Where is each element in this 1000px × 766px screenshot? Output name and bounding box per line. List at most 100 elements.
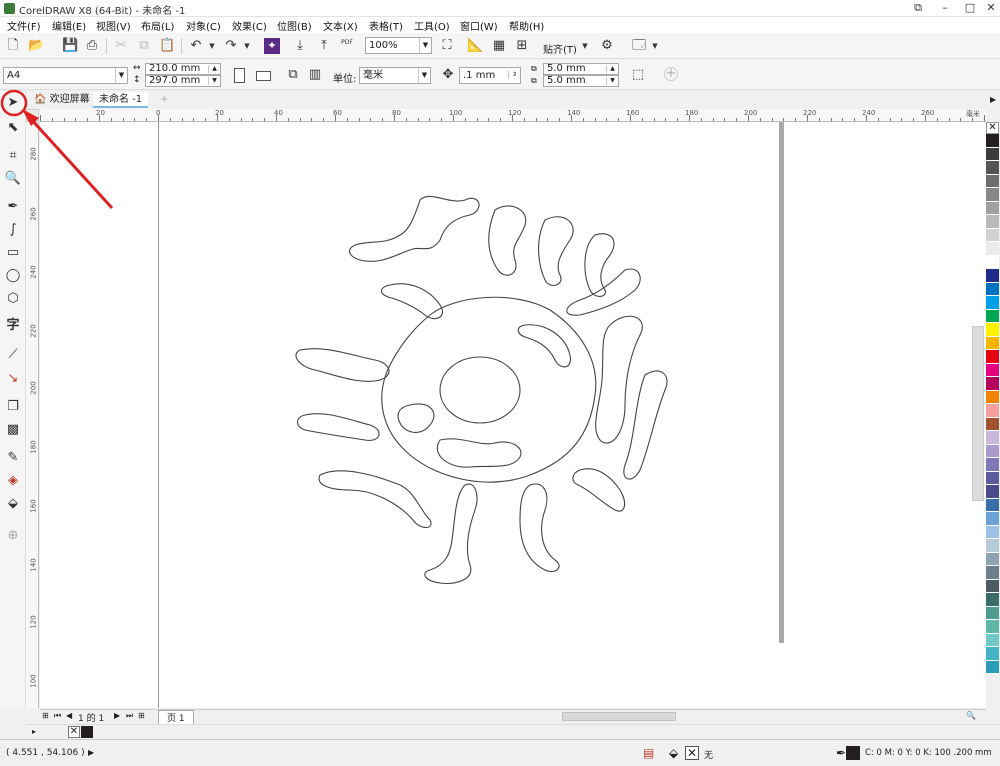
smart-fill-icon[interactable]: ⬙	[3, 494, 23, 514]
new-document-icon[interactable]: 🗋	[5, 38, 21, 54]
color-swatch[interactable]	[986, 377, 999, 391]
nudge-distance-input[interactable]: .1 mm ⇕	[459, 67, 521, 84]
color-swatch[interactable]	[986, 620, 999, 634]
redo-icon[interactable]: ↷	[223, 38, 239, 54]
color-swatch[interactable]	[986, 485, 999, 499]
add-tool-icon[interactable]: ⊕	[3, 526, 23, 546]
treat-as-filled-icon[interactable]: ⬚	[630, 67, 646, 83]
ellipse-tool-icon[interactable]: ◯	[3, 266, 23, 286]
color-swatch[interactable]	[986, 350, 999, 364]
artistic-media-icon[interactable]: ∫	[3, 220, 23, 240]
landscape-orientation-icon[interactable]	[256, 71, 271, 81]
menu-view[interactable]: 视图(V)	[96, 18, 131, 33]
color-swatch[interactable]	[986, 593, 999, 607]
show-rulers-icon[interactable]: 📐	[467, 38, 483, 54]
horizontal-ruler[interactable]: 20 0 20 40 60 80 100 120 140 160 180 200…	[40, 109, 986, 122]
show-grid-icon[interactable]: ▦	[491, 38, 507, 54]
black-swatch[interactable]	[81, 726, 93, 738]
undo-icon[interactable]: ↶	[188, 38, 204, 54]
color-swatch[interactable]	[986, 269, 999, 283]
menu-table[interactable]: 表格(T)	[369, 18, 403, 33]
redo-dropdown-icon[interactable]: ▼	[239, 38, 255, 54]
restore-icon[interactable]: ⧉	[907, 0, 929, 16]
color-swatch[interactable]	[986, 242, 999, 256]
all-pages-icon[interactable]: ⧉	[285, 67, 301, 83]
menu-window[interactable]: 窗口(W)	[460, 18, 498, 33]
full-screen-icon[interactable]: ⛶	[439, 38, 455, 54]
spin-arrows-icon[interactable]: ⇕	[508, 71, 520, 79]
transparency-icon[interactable]: ▩	[3, 420, 23, 440]
rectangle-tool-icon[interactable]: ▭	[3, 243, 23, 263]
line-art-drawing[interactable]	[280, 185, 680, 590]
vertical-scrollbar-thumb[interactable]	[972, 326, 984, 501]
cut-icon[interactable]: ✂	[113, 38, 129, 54]
close-button[interactable]: ✕	[980, 0, 1000, 16]
color-swatch[interactable]	[986, 525, 999, 539]
minimize-button[interactable]: –	[934, 0, 956, 16]
color-swatch[interactable]	[986, 201, 999, 215]
color-swatch[interactable]	[986, 255, 999, 269]
add-icon[interactable]: +	[664, 67, 678, 81]
menu-object[interactable]: 对象(C)	[186, 18, 221, 33]
color-swatch[interactable]	[986, 471, 999, 485]
snap-to-dropdown[interactable]: 贴齐(T)	[543, 41, 577, 56]
open-folder-icon[interactable]: 📂	[28, 38, 44, 54]
menu-edit[interactable]: 编辑(E)	[52, 18, 86, 33]
color-swatch[interactable]	[986, 539, 999, 553]
options-gear-icon[interactable]: ⚙	[599, 38, 615, 54]
publish-pdf-icon[interactable]: PDF	[339, 38, 355, 54]
color-swatch[interactable]	[986, 336, 999, 350]
paste-icon[interactable]: 📋	[159, 38, 175, 54]
duplicate-x-input[interactable]: 5.0 mm ▲	[543, 63, 619, 75]
spin-up-icon[interactable]: ▲	[208, 65, 220, 73]
color-swatch[interactable]	[986, 660, 999, 674]
next-page-icon[interactable]: ▶	[114, 711, 120, 720]
no-color-swatch[interactable]: ✕	[68, 726, 80, 738]
color-swatch[interactable]	[986, 174, 999, 188]
zoom-level-select[interactable]: 100% ▼	[365, 37, 432, 54]
parallel-dimension-icon[interactable]: ⟋	[3, 345, 23, 365]
save-icon[interactable]: 💾	[62, 38, 78, 54]
page-tab[interactable]: 页 1	[158, 710, 194, 725]
last-page-icon[interactable]: ⏭	[126, 711, 133, 721]
menu-effects[interactable]: 效果(C)	[232, 18, 267, 33]
chevron-right-icon[interactable]: ▶	[88, 748, 94, 757]
color-swatch[interactable]	[986, 444, 999, 458]
application-launcher-icon[interactable]: 🗔	[631, 38, 647, 54]
first-page-icon[interactable]: ⏮	[54, 711, 61, 721]
search-content-icon[interactable]: ✦	[264, 38, 280, 54]
zoom-icon[interactable]: 🔍	[966, 711, 976, 720]
color-swatch[interactable]	[986, 296, 999, 310]
previous-page-icon[interactable]: ◀	[66, 711, 72, 720]
color-swatch[interactable]	[986, 134, 999, 148]
page-size-select[interactable]: A4 ▼	[3, 67, 128, 84]
export-icon[interactable]: ⤒	[316, 38, 332, 54]
menu-file[interactable]: 文件(F)	[7, 18, 41, 33]
show-guidelines-icon[interactable]: ⊞	[514, 38, 530, 54]
color-swatch[interactable]	[986, 606, 999, 620]
spin-up-icon[interactable]: ▲	[606, 65, 618, 73]
undo-dropdown-icon[interactable]: ▼	[204, 38, 220, 54]
chevron-right-icon[interactable]: ▶	[990, 95, 996, 104]
outline-color-swatch[interactable]	[846, 746, 860, 760]
spin-down-icon[interactable]: ▼	[606, 77, 618, 85]
menu-tools[interactable]: 工具(O)	[414, 18, 450, 33]
color-swatch[interactable]	[986, 215, 999, 229]
color-swatch[interactable]	[986, 147, 999, 161]
chevron-down-icon[interactable]: ▼	[577, 38, 593, 54]
color-swatch[interactable]	[986, 390, 999, 404]
polygon-tool-icon[interactable]: ⬡	[3, 289, 23, 309]
page-height-input[interactable]: 297.0 mm ▼	[145, 75, 221, 87]
page-width-input[interactable]: 210.0 mm ▲	[145, 63, 221, 75]
units-select[interactable]: 毫米 ▼	[359, 67, 431, 84]
add-page-icon[interactable]: ⊞	[42, 711, 49, 720]
color-swatch[interactable]	[986, 228, 999, 242]
color-swatch[interactable]	[986, 282, 999, 296]
copy-icon[interactable]: ⧉	[136, 38, 152, 54]
color-swatch[interactable]	[986, 404, 999, 418]
maximize-button[interactable]: □	[959, 0, 981, 16]
palette-menu-icon[interactable]: ▸	[32, 727, 36, 736]
import-icon[interactable]: ⤓	[292, 38, 308, 54]
current-page-icon[interactable]: ▥	[307, 67, 323, 83]
text-tool-icon[interactable]: 字	[3, 316, 23, 336]
